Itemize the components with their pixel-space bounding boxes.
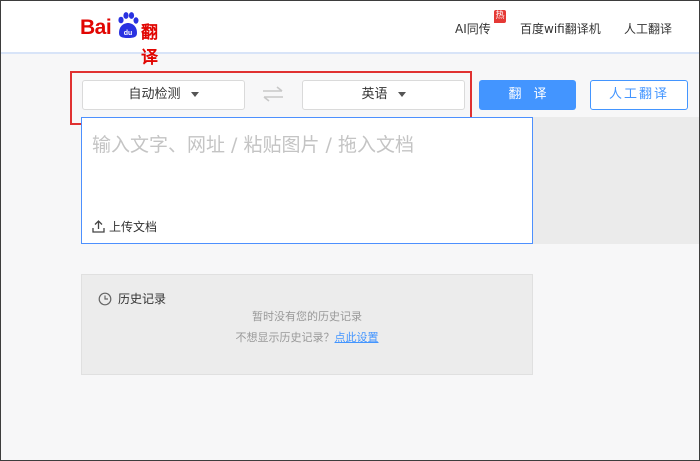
translate-button[interactable]: 翻译 bbox=[479, 80, 576, 110]
top-header: Bai du 翻译 AI同传 热 百度wifi翻译机 人工翻译 bbox=[0, 0, 700, 68]
logo-bai-text: Bai bbox=[80, 16, 112, 39]
nav-human-translation[interactable]: 人工翻译 bbox=[624, 20, 672, 37]
clock-history-icon bbox=[98, 292, 112, 306]
history-title-label: 历史记录 bbox=[118, 292, 167, 306]
source-text-input[interactable]: 输入文字、网址 / 粘贴图片 / 拖入文档 上传文档 bbox=[81, 117, 533, 244]
logo-du-text: du bbox=[124, 30, 133, 37]
nav-ai-interpretation[interactable]: AI同传 bbox=[455, 20, 491, 37]
history-hint: 不想显示历史记录？点此设置 bbox=[82, 329, 532, 345]
history-hint-text: 不想显示历史记录？ bbox=[235, 331, 335, 344]
history-settings-link[interactable]: 点此设置 bbox=[335, 331, 379, 344]
upload-document-label: 上传文档 bbox=[109, 220, 158, 234]
nav-wifi-translator[interactable]: 百度wifi翻译机 bbox=[520, 20, 601, 37]
translation-output-panel bbox=[533, 117, 700, 244]
history-title: 历史记录 bbox=[98, 290, 166, 307]
history-empty-text: 暂时没有您的历史记录 bbox=[252, 310, 362, 323]
history-panel: 历史记录 暂时没有您的历史记录 不想显示历史记录？点此设置 bbox=[81, 274, 533, 375]
upload-document-button[interactable]: 上传文档 bbox=[92, 218, 157, 235]
human-translation-button[interactable]: 人工翻译 bbox=[590, 80, 688, 110]
hot-badge: 热 bbox=[494, 10, 506, 23]
baidu-paw-icon: du bbox=[118, 12, 139, 38]
input-placeholder: 输入文字、网址 / 粘贴图片 / 拖入文档 bbox=[92, 134, 414, 156]
logo-fanyi-text: 翻译 bbox=[141, 23, 158, 68]
upload-icon bbox=[92, 220, 105, 233]
